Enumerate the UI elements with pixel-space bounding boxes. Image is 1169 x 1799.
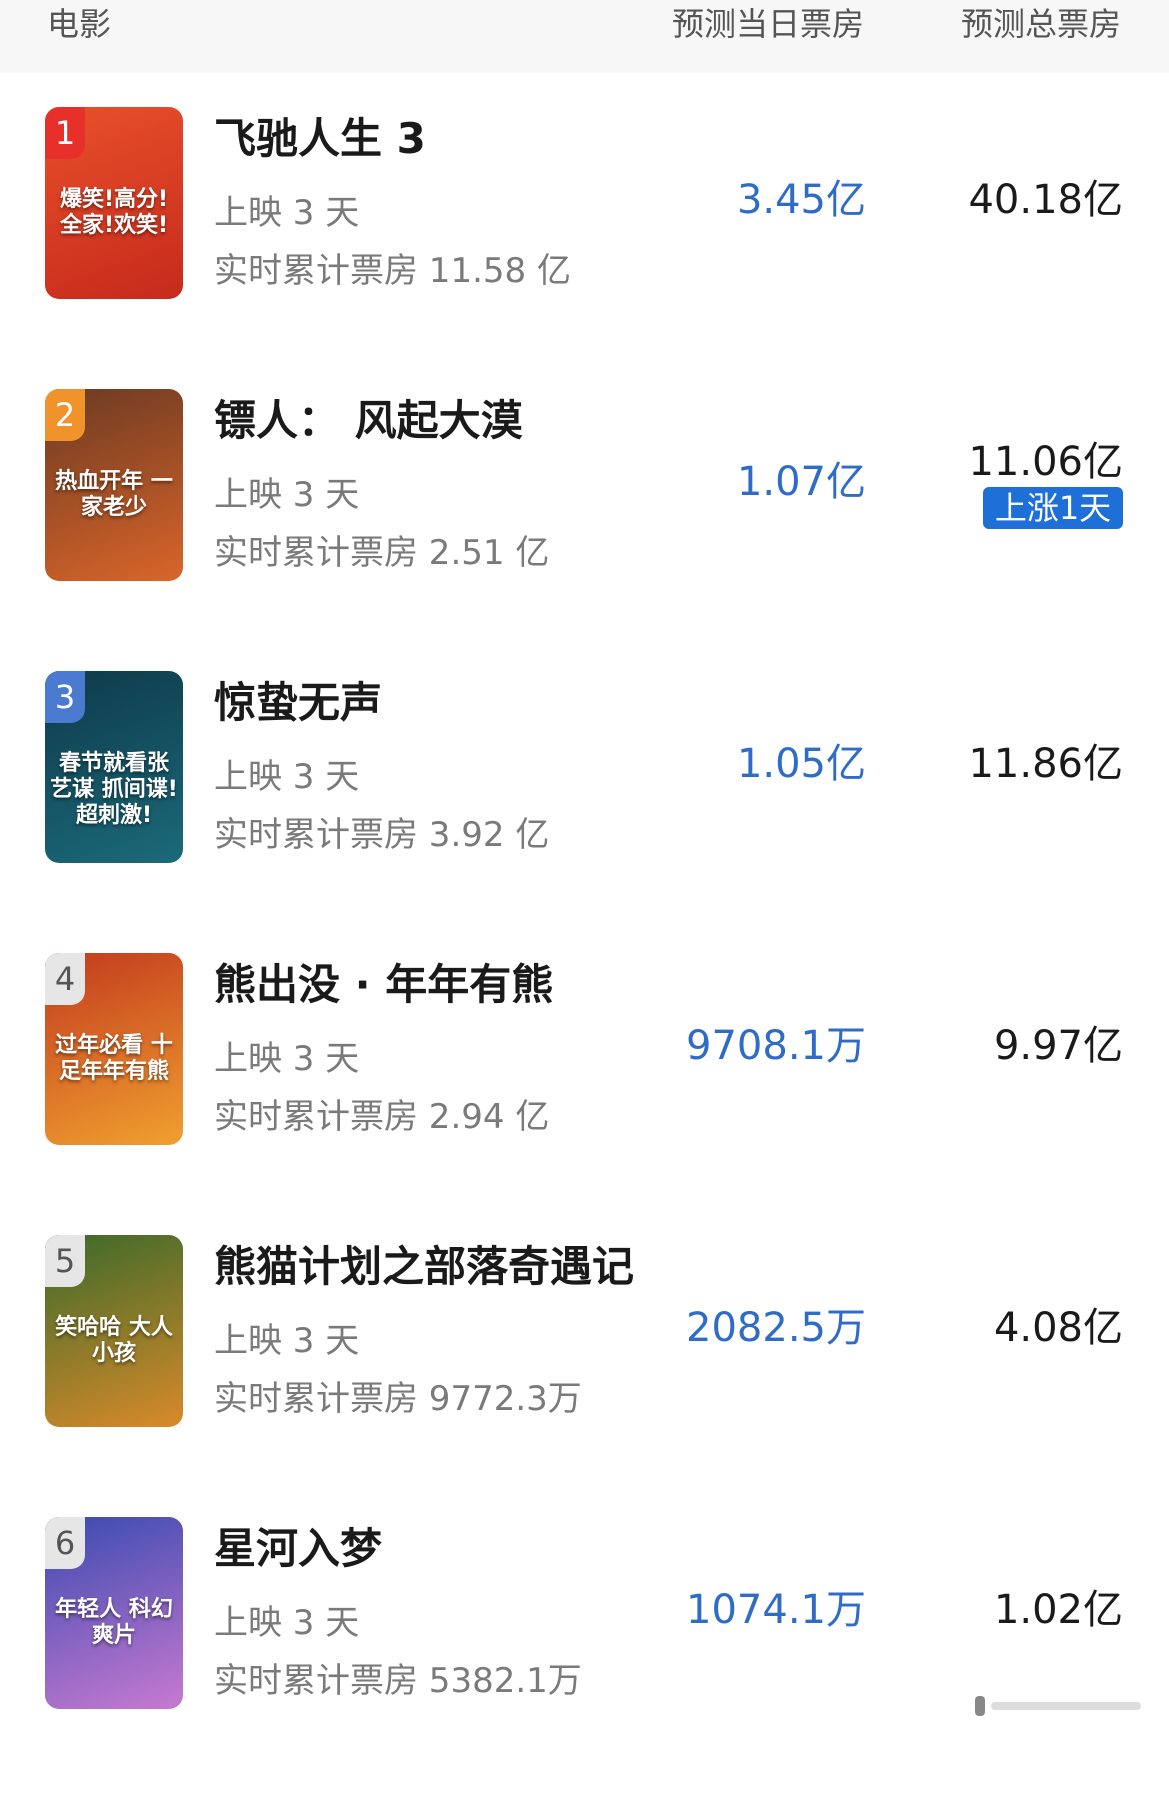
predicted-total-box-office: 4.08亿	[993, 1305, 1123, 1351]
movie-row[interactable]: 春节就看张艺谋 抓间谍!超刺激! 3 惊蛰无声上映 3 天实时累计票房 3.92 亿…	[0, 671, 1169, 953]
predicted-day-box-office: 1.05亿	[736, 741, 866, 787]
rise-badge: 上涨1天	[983, 487, 1123, 529]
table-header: 电影 预测当日票房 预测总票房	[0, 0, 1169, 73]
release-days: 上映 3 天	[214, 757, 360, 797]
rank-badge: 4	[45, 953, 85, 1005]
predicted-day-box-office: 1074.1万	[686, 1587, 866, 1633]
header-predicted-day-label: 预测当日票房	[672, 5, 865, 43]
predicted-total-box-office: 9.97亿	[993, 1023, 1123, 1069]
movie-title[interactable]: 镖人： 风起大漠	[214, 397, 523, 445]
movie-poster[interactable]: 过年必看 十足年年有熊 4	[45, 953, 183, 1145]
predicted-total-box-office: 40.18亿	[968, 177, 1123, 223]
predicted-day-box-office: 9708.1万	[686, 1023, 866, 1069]
rank-badge: 3	[45, 671, 85, 723]
movie-poster[interactable]: 爆笑!高分!全家!欢笑! 1	[45, 107, 183, 299]
cumulative-box-office: 实时累计票房 3.92 亿	[214, 815, 550, 855]
header-movie-label: 电影	[47, 5, 112, 43]
rank-badge: 5	[45, 1235, 85, 1287]
movie-poster[interactable]: 热血开年 一家老少 2	[45, 389, 183, 581]
cumulative-box-office: 实时累计票房 11.58 亿	[214, 251, 571, 291]
release-days: 上映 3 天	[214, 1603, 360, 1643]
release-days: 上映 3 天	[214, 1321, 360, 1361]
rank-badge: 1	[45, 107, 85, 159]
poster-artwork-text: 爆笑!高分!全家!欢笑!	[59, 187, 169, 238]
predicted-day-box-office: 3.45亿	[736, 177, 866, 223]
predicted-total-box-office: 11.06亿	[968, 439, 1123, 485]
poster-artwork-text: 过年必看 十足年年有熊	[55, 1033, 173, 1084]
movie-title[interactable]: 飞驰人生 3	[214, 115, 426, 163]
scroll-indicator	[975, 1692, 1145, 1716]
predicted-day-box-office: 1.07亿	[736, 459, 866, 505]
movie-row[interactable]: 笑哈哈 大人小孩 5 熊猫计划之部落奇遇记上映 3 天实时累计票房 9772.3万 2…	[0, 1235, 1169, 1517]
movie-title[interactable]: 星河入梦	[214, 1525, 382, 1573]
movie-row[interactable]: 爆笑!高分!全家!欢笑! 1 飞驰人生 3 上映 3 天实时累计票房 11.58 亿 3…	[0, 107, 1169, 389]
movie-row[interactable]: 过年必看 十足年年有熊 4 熊出没 · 年年有熊上映 3 天实时累计票房 2.94 …	[0, 953, 1169, 1235]
poster-artwork-text: 年轻人 科幻爽片	[55, 1597, 173, 1648]
movie-poster[interactable]: 笑哈哈 大人小孩 5	[45, 1235, 183, 1427]
poster-artwork-text: 热血开年 一家老少	[55, 469, 173, 520]
release-days: 上映 3 天	[214, 475, 360, 515]
release-days: 上映 3 天	[214, 1039, 360, 1079]
predicted-total-box-office: 11.86亿	[968, 741, 1123, 787]
release-days: 上映 3 天	[214, 193, 360, 233]
cumulative-box-office: 实时累计票房 9772.3万	[214, 1379, 582, 1419]
predicted-day-box-office: 2082.5万	[686, 1305, 866, 1351]
predicted-total-box-office: 1.02亿	[993, 1587, 1123, 1633]
movie-poster[interactable]: 春节就看张艺谋 抓间谍!超刺激! 3	[45, 671, 183, 863]
rank-badge: 6	[45, 1517, 85, 1569]
header-predicted-total-label: 预测总票房	[961, 5, 1122, 43]
poster-artwork-text: 春节就看张艺谋 抓间谍!超刺激!	[50, 751, 178, 828]
cumulative-box-office: 实时累计票房 2.94 亿	[214, 1097, 550, 1137]
movie-poster[interactable]: 年轻人 科幻爽片 6	[45, 1517, 183, 1709]
rank-badge: 2	[45, 389, 85, 441]
movie-row[interactable]: 热血开年 一家老少 2 镖人： 风起大漠上映 3 天实时累计票房 2.51 亿 1.0…	[0, 389, 1169, 671]
poster-artwork-text: 笑哈哈 大人小孩	[55, 1315, 173, 1366]
movie-title[interactable]: 熊出没 · 年年有熊	[214, 961, 553, 1009]
movie-title[interactable]: 惊蛰无声	[214, 679, 382, 727]
movie-row[interactable]: 年轻人 科幻爽片 6 星河入梦上映 3 天实时累计票房 5382.1万 1074.1万…	[0, 1517, 1169, 1799]
cumulative-box-office: 实时累计票房 5382.1万	[214, 1661, 582, 1701]
cumulative-box-office: 实时累计票房 2.51 亿	[214, 533, 550, 573]
movie-title[interactable]: 熊猫计划之部落奇遇记	[214, 1243, 634, 1291]
